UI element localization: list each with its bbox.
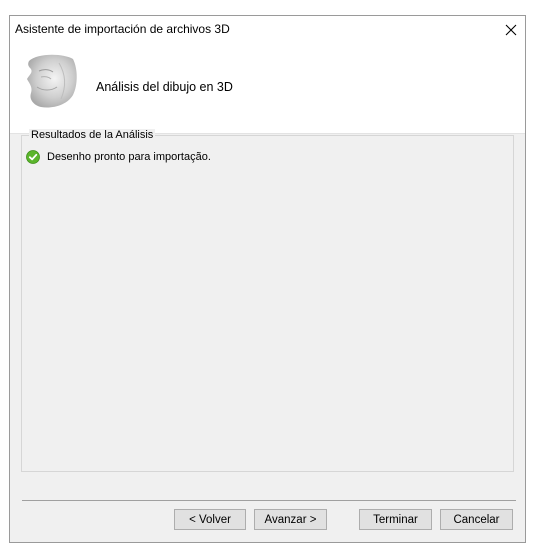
finish-button[interactable]: Terminar	[359, 509, 432, 530]
back-button[interactable]: < Volver	[174, 509, 246, 530]
result-text: Desenho pronto para importação.	[47, 151, 211, 163]
face-relief-image	[27, 54, 77, 108]
footer-divider	[22, 500, 516, 501]
close-button[interactable]	[497, 16, 525, 43]
results-group-label: Resultados de la Análisis	[29, 129, 156, 141]
check-circle-icon	[26, 150, 40, 164]
window-title: Asistente de importación de archivos 3D	[15, 22, 230, 36]
results-group: Resultados de la Análisis Desenho pronto…	[21, 129, 514, 472]
result-item: Desenho pronto para importação.	[26, 150, 211, 164]
cancel-button[interactable]: Cancelar	[440, 509, 513, 530]
import-wizard-window: Asistente de importación de archivos 3D …	[9, 15, 526, 543]
wizard-header: Análisis del dibujo en 3D	[10, 43, 525, 133]
close-icon	[505, 24, 517, 35]
step-title: Análisis del dibujo en 3D	[96, 80, 233, 94]
title-bar: Asistente de importación de archivos 3D	[10, 16, 525, 43]
next-button[interactable]: Avanzar >	[254, 509, 327, 530]
